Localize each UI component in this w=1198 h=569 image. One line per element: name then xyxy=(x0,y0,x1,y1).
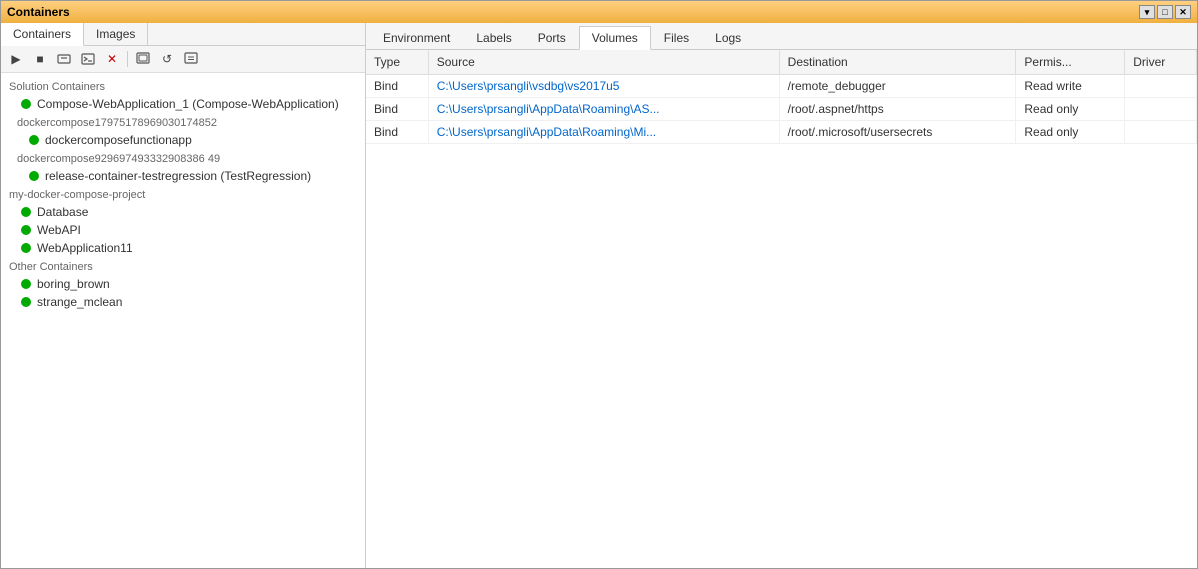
status-dot xyxy=(29,171,39,181)
right-tabs: Environment Labels Ports Volumes Files L… xyxy=(366,23,1197,50)
cell-permissions: Read write xyxy=(1016,75,1125,98)
item-label: WebAPI xyxy=(37,223,81,237)
left-panel: Containers Images ▶ ■ xyxy=(1,23,366,568)
minimize-button[interactable]: ▾ xyxy=(1139,5,1155,19)
tab-environment[interactable]: Environment xyxy=(370,26,463,49)
status-dot xyxy=(21,207,31,217)
cell-driver xyxy=(1125,121,1197,144)
cell-source[interactable]: C:\Users\prsangli\vsdbg\vs2017u5 xyxy=(428,75,779,98)
stop-button[interactable]: ■ xyxy=(29,49,51,69)
attach-button[interactable] xyxy=(53,49,75,69)
status-dot xyxy=(21,297,31,307)
terminal-button[interactable] xyxy=(77,49,99,69)
tree-item-webapplication11[interactable]: WebApplication11 xyxy=(1,239,365,257)
cell-driver xyxy=(1125,75,1197,98)
snapshot-button[interactable] xyxy=(132,49,154,69)
refresh-button[interactable]: ↺ xyxy=(156,49,178,69)
cell-permissions: Read only xyxy=(1016,121,1125,144)
window-title: Containers xyxy=(7,5,70,19)
group-other-containers: Other Containers xyxy=(1,257,365,275)
item-label: dockercomposefunctionapp xyxy=(45,133,192,147)
cell-permissions: Read only xyxy=(1016,98,1125,121)
tab-files[interactable]: Files xyxy=(651,26,702,49)
col-driver: Driver xyxy=(1125,50,1197,75)
tree-item-strange-mclean[interactable]: strange_mclean xyxy=(1,293,365,311)
tab-ports[interactable]: Ports xyxy=(525,26,579,49)
tree-item-release-container[interactable]: release-container-testregression (TestRe… xyxy=(9,167,365,185)
toolbar: ▶ ■ ✕ xyxy=(1,46,365,73)
tab-containers[interactable]: Containers xyxy=(1,23,84,46)
sub-group-2-label: dockercompose929697493332908386 49 xyxy=(9,149,365,167)
sub-group-2: dockercompose929697493332908386 49 relea… xyxy=(1,149,365,185)
col-type: Type xyxy=(366,50,428,75)
status-dot xyxy=(21,225,31,235)
tab-images[interactable]: Images xyxy=(84,23,148,45)
item-label: boring_brown xyxy=(37,277,110,291)
status-dot xyxy=(21,243,31,253)
tree-item-compose-webapp[interactable]: Compose-WebApplication_1 (Compose-WebApp… xyxy=(1,95,365,113)
cell-destination: /root/.microsoft/usersecrets xyxy=(779,121,1016,144)
delete-button[interactable]: ✕ xyxy=(101,49,123,69)
item-label: Compose-WebApplication_1 (Compose-WebApp… xyxy=(37,97,339,111)
tab-volumes[interactable]: Volumes xyxy=(579,26,651,50)
attach-icon xyxy=(57,52,71,66)
item-label: strange_mclean xyxy=(37,295,122,309)
more-button[interactable] xyxy=(180,49,202,69)
item-label: release-container-testregression (TestRe… xyxy=(45,169,311,183)
cell-type: Bind xyxy=(366,98,428,121)
col-destination: Destination xyxy=(779,50,1016,75)
cell-driver xyxy=(1125,98,1197,121)
title-bar-controls: ▾ □ ✕ xyxy=(1139,5,1191,19)
terminal-icon xyxy=(81,52,95,66)
toolbar-separator-1 xyxy=(127,51,128,67)
table-row[interactable]: Bind C:\Users\prsangli\AppData\Roaming\M… xyxy=(366,121,1197,144)
status-dot xyxy=(21,279,31,289)
cell-source[interactable]: C:\Users\prsangli\AppData\Roaming\AS... xyxy=(428,98,779,121)
status-dot xyxy=(21,99,31,109)
col-permissions: Permis... xyxy=(1016,50,1125,75)
group-solution-containers: Solution Containers xyxy=(1,77,365,95)
left-tabs: Containers Images xyxy=(1,23,365,46)
main-window: Containers ▾ □ ✕ Containers Images ▶ ■ xyxy=(0,0,1198,569)
volumes-table: Type Source Destination Permis... Driver… xyxy=(366,50,1197,144)
volumes-table-area: Type Source Destination Permis... Driver… xyxy=(366,50,1197,568)
tree-item-boring-brown[interactable]: boring_brown xyxy=(1,275,365,293)
cell-source[interactable]: C:\Users\prsangli\AppData\Roaming\Mi... xyxy=(428,121,779,144)
tree-area: Solution Containers Compose-WebApplicati… xyxy=(1,73,365,568)
cell-destination: /root/.aspnet/https xyxy=(779,98,1016,121)
main-content: Containers Images ▶ ■ xyxy=(1,23,1197,568)
tree-item-webapi[interactable]: WebAPI xyxy=(1,221,365,239)
status-dot xyxy=(29,135,39,145)
cell-type: Bind xyxy=(366,121,428,144)
tab-labels[interactable]: Labels xyxy=(463,26,524,49)
maximize-button[interactable]: □ xyxy=(1157,5,1173,19)
group-my-docker: my-docker-compose-project xyxy=(1,185,365,203)
right-panel: Environment Labels Ports Volumes Files L… xyxy=(366,23,1197,568)
sub-group-1-label: dockercompose17975178969030174852 xyxy=(9,113,365,131)
tab-logs[interactable]: Logs xyxy=(702,26,754,49)
cell-type: Bind xyxy=(366,75,428,98)
item-label: WebApplication11 xyxy=(37,241,133,255)
more-icon xyxy=(184,52,198,66)
close-button[interactable]: ✕ xyxy=(1175,5,1191,19)
snapshot-icon xyxy=(136,52,150,66)
tree-item-database[interactable]: Database xyxy=(1,203,365,221)
table-row[interactable]: Bind C:\Users\prsangli\AppData\Roaming\A… xyxy=(366,98,1197,121)
cell-destination: /remote_debugger xyxy=(779,75,1016,98)
col-source: Source xyxy=(428,50,779,75)
tree-item-dockerfunctionapp[interactable]: dockercomposefunctionapp xyxy=(9,131,365,149)
sub-group-1: dockercompose17975178969030174852 docker… xyxy=(1,113,365,149)
play-button[interactable]: ▶ xyxy=(5,49,27,69)
title-bar: Containers ▾ □ ✕ xyxy=(1,1,1197,23)
table-row[interactable]: Bind C:\Users\prsangli\vsdbg\vs2017u5 /r… xyxy=(366,75,1197,98)
item-label: Database xyxy=(37,205,88,219)
